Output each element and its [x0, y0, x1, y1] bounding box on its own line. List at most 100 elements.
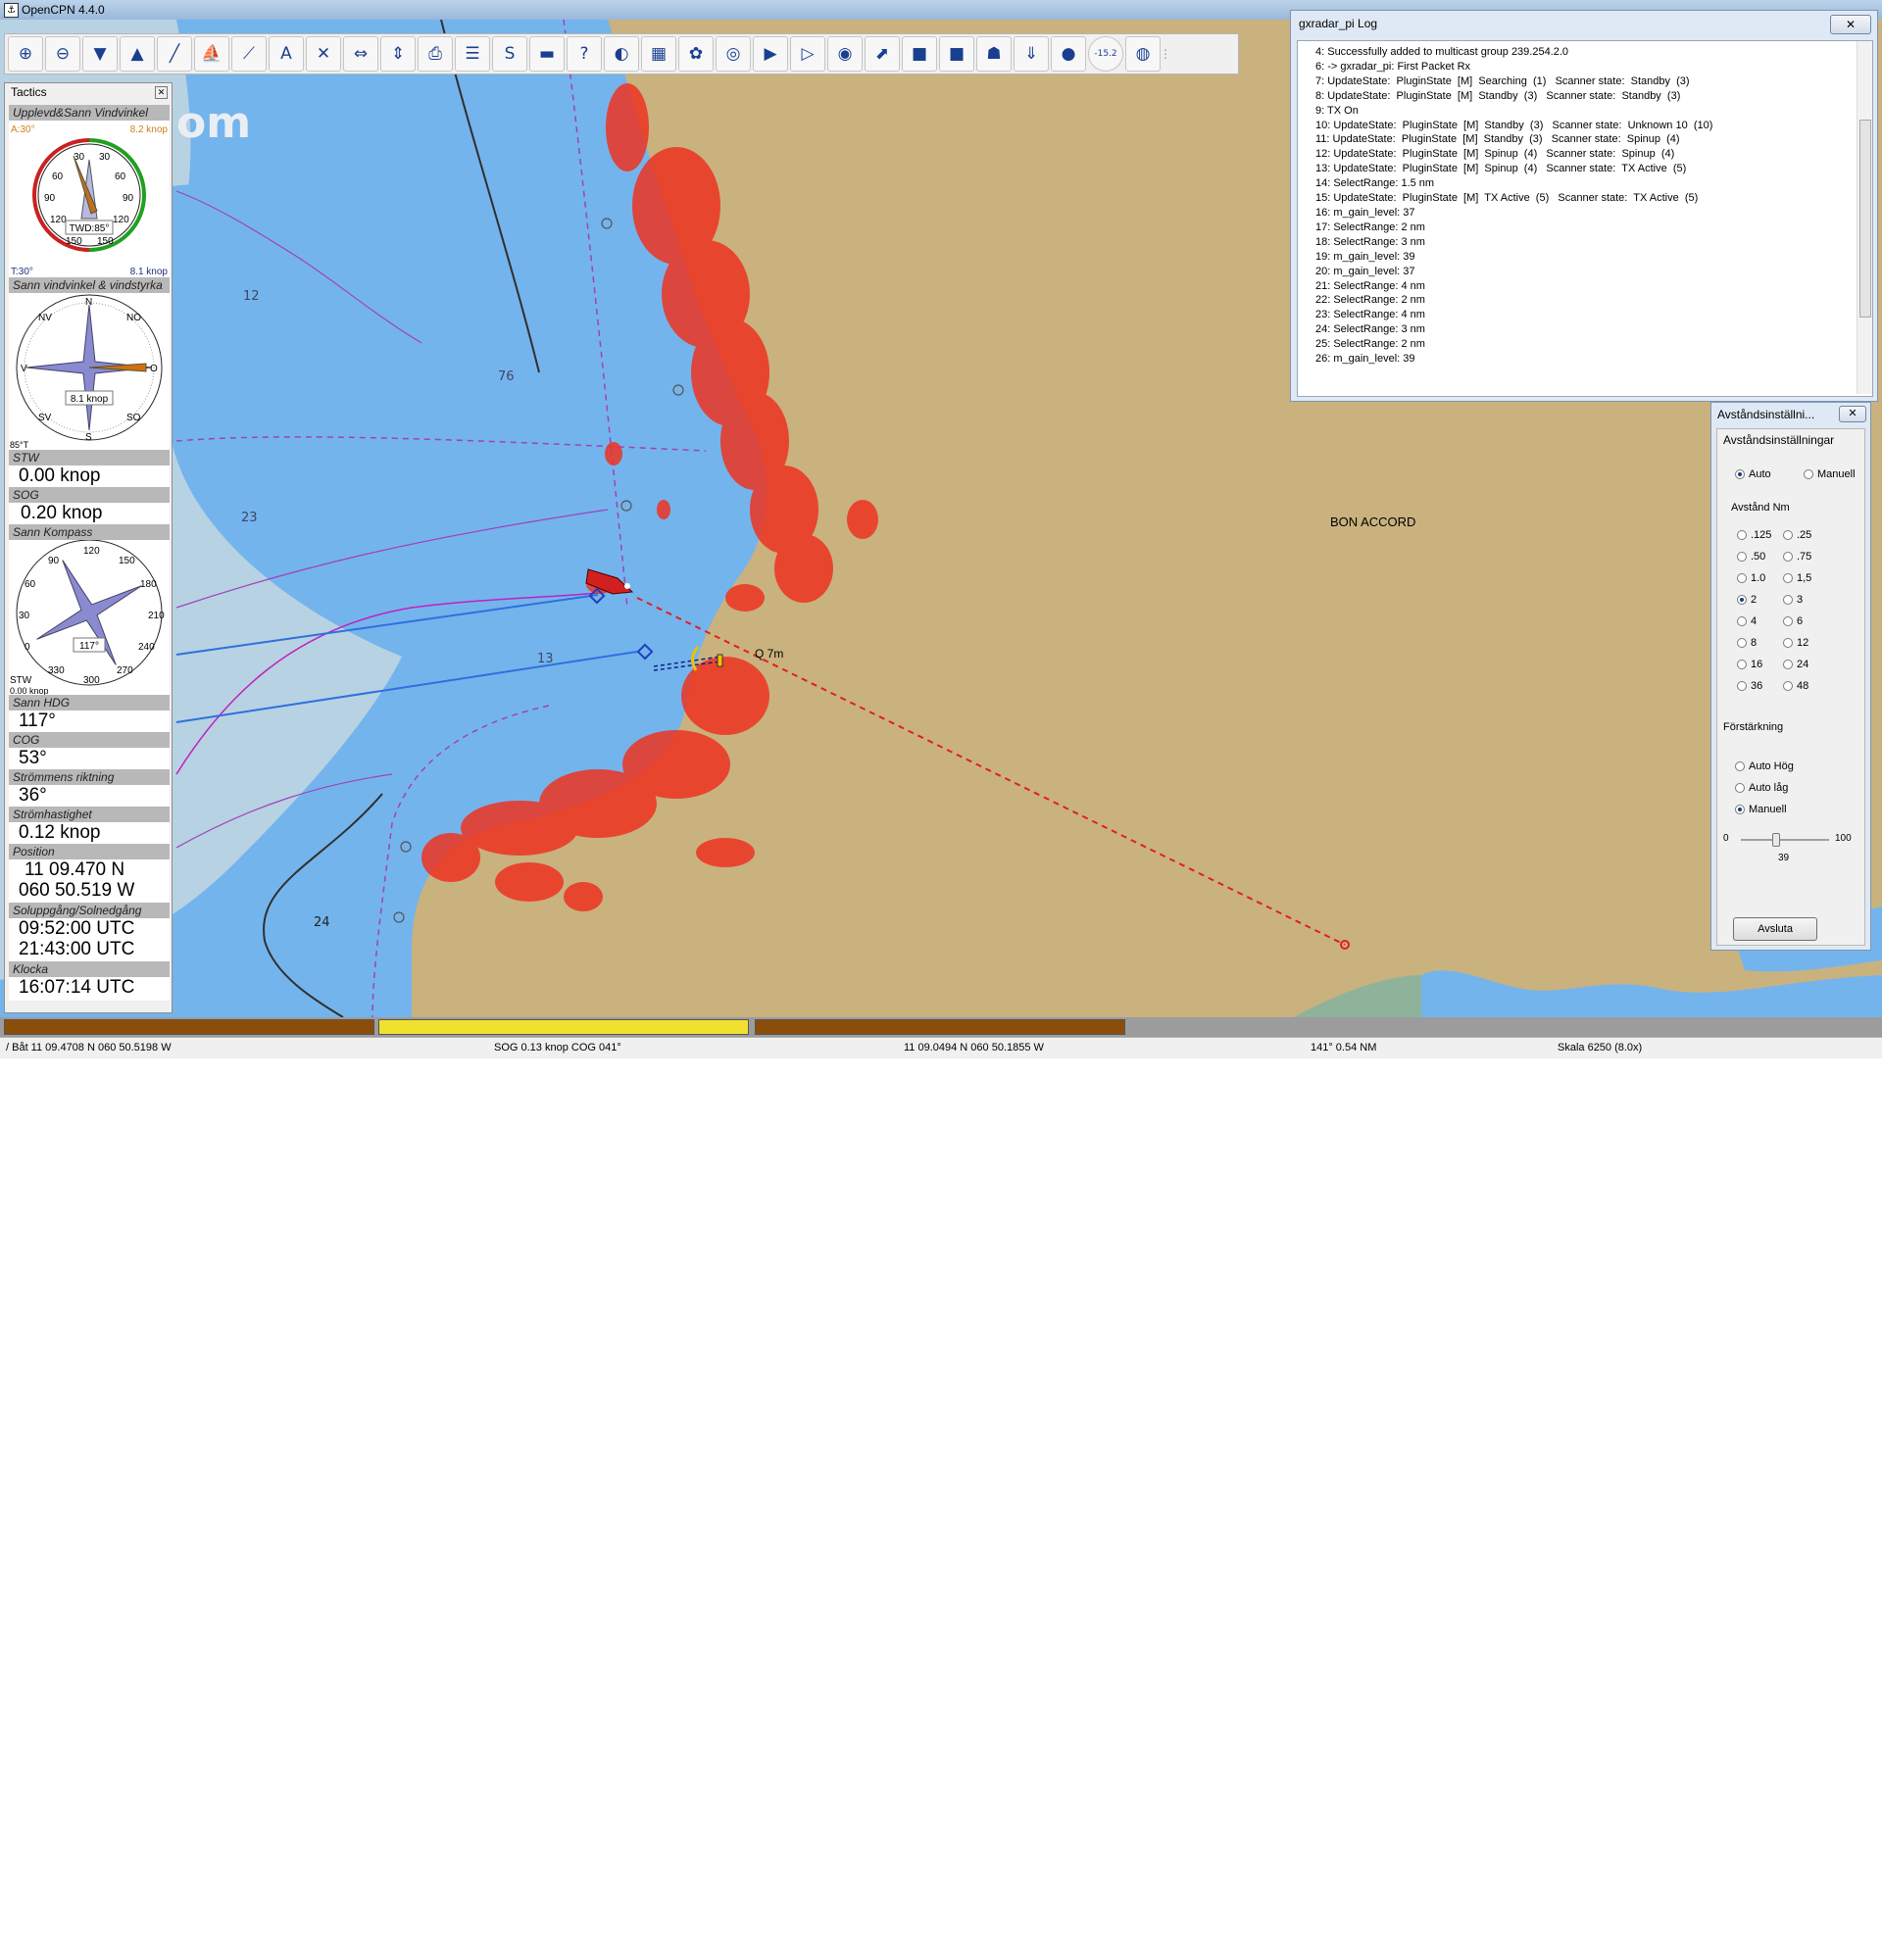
radio-indicator[interactable]	[1783, 638, 1793, 648]
route-manager-icon[interactable]: ☰	[455, 36, 490, 72]
svg-text:SO: SO	[126, 413, 141, 423]
calibrate-icon[interactable]: -15.2	[1088, 36, 1123, 72]
status-cursor-position: 11 09.0494 N 060 50.1855 W	[904, 1042, 1044, 1054]
slider-thumb[interactable]	[1771, 833, 1780, 847]
radio-indicator[interactable]	[1735, 469, 1745, 479]
range-option-radio[interactable]: 4	[1737, 615, 1757, 627]
tools-icon[interactable]: ✕	[306, 36, 341, 72]
scale-out-icon[interactable]: ▲	[120, 36, 155, 72]
close-button[interactable]: ✕	[1839, 406, 1866, 422]
scrollbar-thumb[interactable]	[1859, 120, 1871, 318]
sounder-icon[interactable]: ◉	[827, 36, 863, 72]
chart-layers-icon[interactable]: ▦	[641, 36, 676, 72]
radio-indicator[interactable]	[1737, 638, 1747, 648]
place-label: BON ACCORD	[1330, 514, 1415, 529]
range-option-radio[interactable]: 3	[1783, 594, 1803, 606]
radio-indicator[interactable]	[1737, 595, 1747, 605]
night-icon[interactable]: ◐	[604, 36, 639, 72]
range-option-radio[interactable]: 24	[1783, 659, 1808, 670]
range-option-radio[interactable]: 1,5	[1783, 572, 1811, 584]
chart-bar-segment-active[interactable]	[378, 1019, 749, 1035]
svg-text:180: 180	[140, 579, 157, 590]
gain-auto-high-radio[interactable]: Auto Hög	[1735, 760, 1794, 772]
range-option-label: 1,5	[1797, 572, 1812, 584]
range-option-radio[interactable]: .50	[1737, 551, 1765, 563]
svg-text:240: 240	[138, 642, 155, 653]
autofollow-icon[interactable]: ⇔	[343, 36, 378, 72]
polar-icon[interactable]: ▷	[790, 36, 825, 72]
log-scrollbar[interactable]	[1857, 41, 1872, 394]
gain-manual-radio[interactable]: Manuell	[1735, 804, 1787, 815]
current-icon[interactable]: S	[492, 36, 527, 72]
range-option-radio[interactable]: 6	[1783, 615, 1803, 627]
radio-indicator[interactable]	[1737, 552, 1747, 562]
gain-auto-low-radio[interactable]: Auto låg	[1735, 782, 1788, 794]
radio-indicator[interactable]	[1783, 552, 1793, 562]
measure-icon[interactable]: ⟋	[231, 36, 267, 72]
chart-bar-segment[interactable]	[755, 1019, 1125, 1035]
zoom-in-icon[interactable]: ⊕	[8, 36, 43, 72]
range-option-radio[interactable]: .125	[1737, 529, 1771, 541]
sled-icon[interactable]: ☗	[976, 36, 1012, 72]
mode-manual-radio[interactable]: Manuell	[1804, 468, 1856, 480]
color-scheme-icon[interactable]: ▬	[529, 36, 565, 72]
gain-slider[interactable]	[1741, 833, 1829, 847]
range-option-label: 3	[1797, 594, 1804, 606]
mob-icon[interactable]: ◍	[1125, 36, 1161, 72]
radio-indicator[interactable]	[1783, 530, 1793, 540]
radio-indicator[interactable]	[1735, 761, 1745, 771]
range-option-radio[interactable]: .25	[1783, 529, 1811, 541]
logbook-icon[interactable]: ■	[902, 36, 937, 72]
radio-indicator[interactable]	[1735, 783, 1745, 793]
range-option-radio[interactable]: 1.0	[1737, 572, 1765, 584]
download-icon[interactable]: ⇓	[1014, 36, 1049, 72]
radio-indicator[interactable]	[1783, 616, 1793, 626]
radio-indicator[interactable]	[1737, 573, 1747, 583]
hdg-value: 117°	[19, 710, 56, 731]
toolbar-grip-icon[interactable]: ⋮	[1160, 36, 1171, 72]
chart-bar-segment[interactable]	[4, 1019, 374, 1035]
radio-indicator[interactable]	[1737, 681, 1747, 691]
close-button[interactable]: ✕	[1830, 15, 1871, 34]
tactics-toggle-icon[interactable]: ▶	[753, 36, 788, 72]
radio-indicator[interactable]	[1737, 616, 1747, 626]
log-text-area[interactable]: 4: Successfully added to multicast group…	[1297, 40, 1873, 397]
range-option-radio[interactable]: 48	[1783, 680, 1808, 692]
range-option-radio[interactable]: 12	[1783, 637, 1808, 649]
radio-indicator[interactable]	[1804, 469, 1813, 479]
opencpn-window: ⚓ OpenCPN 4.4.0 BON ACCORD Q 7m om 12 76…	[0, 0, 1882, 1058]
text-icon[interactable]: A	[269, 36, 304, 72]
range-option-radio[interactable]: 8	[1737, 637, 1757, 649]
track-icon[interactable]: ⛵	[194, 36, 229, 72]
radio-indicator[interactable]	[1737, 530, 1747, 540]
current-speed-instrument: Strömhastighet 0.12 knop	[9, 807, 170, 844]
current-direction-caption: Strömmens riktning	[9, 769, 170, 785]
range-option-radio[interactable]: 36	[1737, 680, 1762, 692]
range-dialog-body: Avståndsinställningar Auto Manuell Avstå…	[1716, 428, 1865, 946]
range-option-radio[interactable]: 16	[1737, 659, 1762, 670]
range-option-radio[interactable]: 2	[1737, 594, 1757, 606]
tides-icon[interactable]: ⇕	[380, 36, 416, 72]
print-icon[interactable]: ⎙	[418, 36, 453, 72]
radio-indicator[interactable]	[1783, 595, 1793, 605]
beacon-icon	[717, 654, 723, 667]
svg-text:NV: NV	[38, 313, 52, 323]
close-icon[interactable]: ✕	[155, 86, 168, 99]
logbook2-icon[interactable]: ■	[939, 36, 974, 72]
route-icon[interactable]: ╱	[157, 36, 192, 72]
radio-indicator[interactable]	[1783, 573, 1793, 583]
radio-indicator[interactable]	[1783, 681, 1793, 691]
radar-icon[interactable]: ◎	[716, 36, 751, 72]
scale-in-icon[interactable]: ▼	[82, 36, 118, 72]
help-icon[interactable]: ?	[567, 36, 602, 72]
radio-indicator[interactable]	[1783, 660, 1793, 669]
zoom-out-icon[interactable]: ⊖	[45, 36, 80, 72]
close-dialog-button[interactable]: Avsluta	[1733, 917, 1817, 941]
range-option-radio[interactable]: .75	[1783, 551, 1811, 563]
radio-indicator[interactable]	[1737, 660, 1747, 669]
radio-indicator[interactable]	[1735, 805, 1745, 814]
earth-icon[interactable]: ●	[1051, 36, 1086, 72]
grib-icon[interactable]: ✿	[678, 36, 714, 72]
mode-auto-radio[interactable]: Auto	[1735, 468, 1771, 480]
weather-routing-icon[interactable]: ⬈	[865, 36, 900, 72]
